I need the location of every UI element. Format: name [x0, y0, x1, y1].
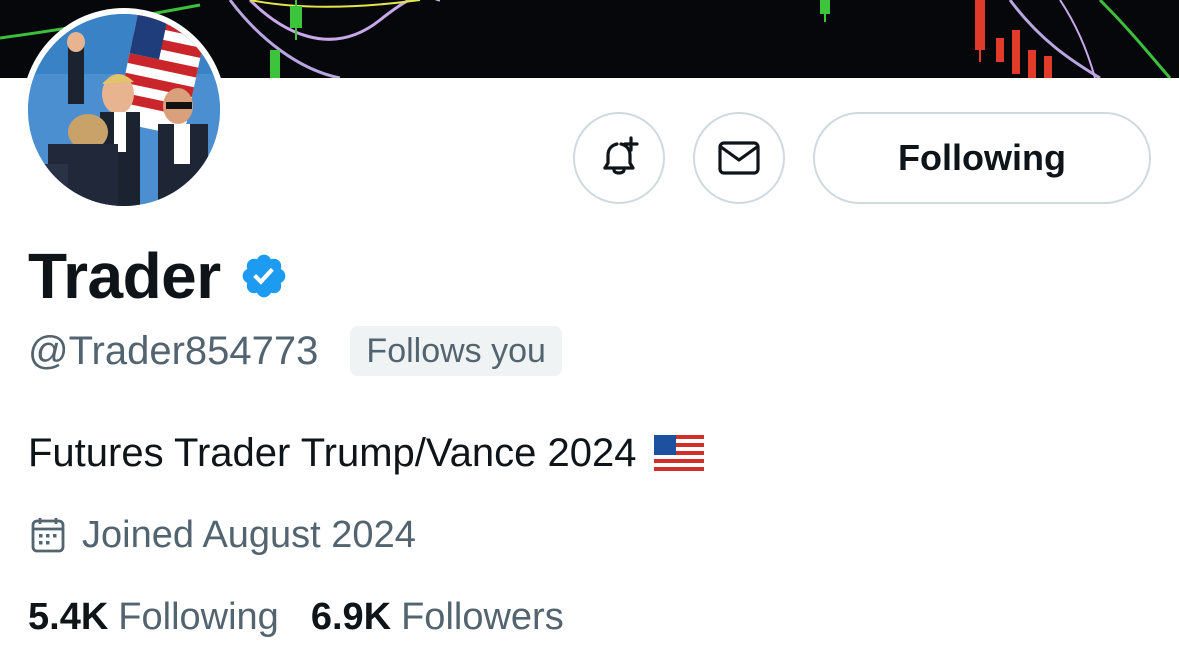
message-button[interactable] [693, 112, 785, 204]
followers-count: 6.9K [310, 596, 392, 638]
envelope-icon [718, 141, 760, 175]
avatar-photo [28, 14, 220, 206]
display-name: Trader [28, 240, 221, 312]
bio: Futures Trader Trump/Vance 2024 [28, 431, 637, 475]
following-count: 5.4K [28, 596, 109, 638]
follows-you-badge: Follows you [350, 326, 562, 376]
followers-label: Followers [401, 596, 564, 638]
following-stat-link[interactable]: 5.4K Following [28, 596, 279, 639]
joined-date: Joined August 2024 [82, 514, 416, 556]
stats-row: 5.4K Following 6.9K Followers [28, 596, 564, 639]
handle: @Trader854773 [28, 329, 319, 373]
name-row: Trader [28, 236, 289, 316]
followers-stat-link[interactable]: 6.9K Followers [311, 596, 564, 639]
us-flag-emoji-icon [654, 435, 705, 471]
following-button[interactable]: Following [813, 112, 1151, 204]
bio-row: Futures Trader Trump/Vance 2024 [28, 428, 705, 478]
notifications-button[interactable] [573, 112, 665, 204]
verified-badge-icon[interactable] [239, 251, 289, 301]
calendar-icon [31, 518, 65, 553]
bell-plus-icon [603, 136, 639, 175]
handle-row: @Trader854773 Follows you [28, 326, 562, 376]
avatar[interactable] [22, 8, 226, 212]
following-label: Following [118, 596, 279, 638]
joined-row: Joined August 2024 [30, 512, 416, 558]
